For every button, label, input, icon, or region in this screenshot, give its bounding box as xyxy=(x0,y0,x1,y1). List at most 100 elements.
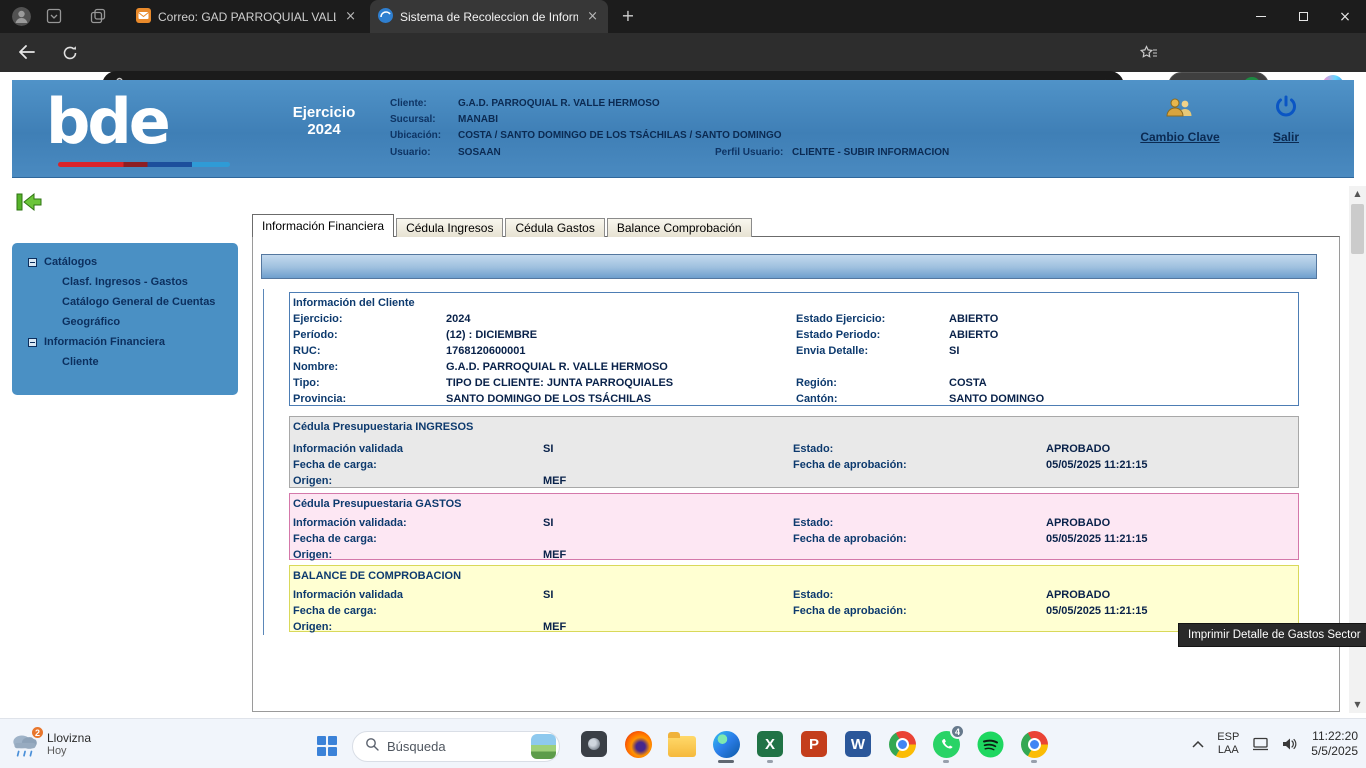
maximize-button[interactable] xyxy=(1282,0,1324,33)
browser-tab-system[interactable]: Sistema de Recoleccion de Inform × xyxy=(370,0,608,33)
new-tab-button[interactable]: + xyxy=(618,6,638,26)
tab-cedula-ingresos[interactable]: Cédula Ingresos xyxy=(396,218,503,237)
field-value: COSTA xyxy=(949,377,1298,389)
tray-chevron-icon[interactable] xyxy=(1192,741,1204,748)
weather-subtitle: Hoy xyxy=(47,745,91,757)
powerpoint-icon[interactable]: P xyxy=(794,724,834,764)
scrollbar-thumb[interactable] xyxy=(1351,204,1364,254)
chrome-icon[interactable] xyxy=(882,724,922,764)
info-row: Fecha de carga: Fecha de aprobación: 05/… xyxy=(290,457,1298,473)
logout-label: Salir xyxy=(1273,130,1299,144)
field-value: SI xyxy=(543,443,793,455)
field-value: 05/05/2025 11:21:15 xyxy=(1046,459,1298,471)
taskbar: 2 Llovizna Hoy Búsqueda X P W xyxy=(0,718,1366,768)
field-value: APROBADO xyxy=(1046,517,1298,529)
refresh-icon[interactable] xyxy=(62,45,78,66)
whatsapp-badge: 4 xyxy=(950,724,965,739)
profile-avatar[interactable] xyxy=(12,7,31,26)
field-value: ABIERTO xyxy=(949,313,1298,325)
volume-icon[interactable] xyxy=(1282,737,1298,751)
sidebar-item-catalogos[interactable]: Catálogos xyxy=(12,252,238,272)
panel-toolbar-bar xyxy=(261,254,1317,279)
favorites-icon[interactable] xyxy=(1140,45,1158,66)
info-row: Tipo: TIPO DE CLIENTE: JUNTA PARROQUIALE… xyxy=(290,375,1298,391)
field-label: Fecha de aprobación: xyxy=(793,605,1046,617)
firefox-icon[interactable] xyxy=(618,724,658,764)
search-icon xyxy=(365,737,379,756)
close-tab-icon[interactable]: × xyxy=(343,9,358,24)
back-icon[interactable] xyxy=(18,45,35,64)
scroll-up-icon[interactable]: ▲ xyxy=(1349,186,1366,202)
clock[interactable]: 11:22:20 5/5/2025 xyxy=(1311,729,1358,759)
tab-actions-icon[interactable] xyxy=(46,8,62,29)
notification-badge: 2 xyxy=(30,725,45,740)
start-button[interactable] xyxy=(308,730,346,762)
field-label: Estado: xyxy=(793,443,1046,455)
panel-left-rule xyxy=(263,289,264,635)
search-highlight-image[interactable] xyxy=(531,734,556,759)
workspaces-icon[interactable] xyxy=(90,8,106,29)
sidebar-item-catalogo-general-cuentas[interactable]: Catálogo General de Cuentas xyxy=(12,292,238,312)
info-row: Origen: MEF xyxy=(290,619,1298,635)
bde-logo: bde xyxy=(46,80,168,162)
language-line2: LAA xyxy=(1217,744,1239,757)
field-label: Información validada xyxy=(293,589,543,601)
spotify-icon[interactable] xyxy=(970,724,1010,764)
field-label: Cliente: xyxy=(390,98,427,109)
field-label: Provincia: xyxy=(293,393,446,405)
whatsapp-icon[interactable]: 4 xyxy=(926,724,966,764)
field-label: Fecha de aprobación: xyxy=(793,459,1046,471)
edge-icon[interactable] xyxy=(706,724,746,764)
sidebar-item-label: Catálogos xyxy=(44,256,97,268)
field-value: (12) : DICIEMBRE xyxy=(446,329,796,341)
browser-tab-mail[interactable]: Correo: GAD PARROQUIAL VALLE × xyxy=(128,0,366,33)
field-value: 1768120600001 xyxy=(446,345,796,357)
tab-balance-comprobacion[interactable]: Balance Comprobación xyxy=(607,218,752,237)
profile-label: Perfil Usuario: xyxy=(715,147,783,158)
cedula-ingresos-box: Cédula Presupuestaria INGRESOS Informaci… xyxy=(289,416,1299,488)
search-input[interactable]: Búsqueda xyxy=(352,731,560,762)
weather-condition: Llovizna xyxy=(47,731,91,745)
collapse-icon[interactable] xyxy=(28,258,37,267)
tab-cedula-gastos[interactable]: Cédula Gastos xyxy=(505,218,604,237)
bde-favicon xyxy=(378,8,393,26)
excel-icon[interactable]: X xyxy=(750,724,790,764)
info-row: Período: (12) : DICIEMBRE Estado Periodo… xyxy=(290,327,1298,343)
photos-app-icon[interactable] xyxy=(574,724,614,764)
field-label: Ejercicio: xyxy=(293,313,446,325)
file-explorer-icon[interactable] xyxy=(662,724,702,764)
field-value: G.A.D. PARROQUIAL R. VALLE HERMOSO xyxy=(458,98,660,109)
collapse-icon[interactable] xyxy=(28,338,37,347)
field-label: Ubicación: xyxy=(390,130,441,141)
exercise-block: Ejercicio 2024 xyxy=(286,104,362,138)
logout-link[interactable]: Salir xyxy=(1256,94,1316,144)
field-label: Tipo: xyxy=(293,377,446,389)
field-label: Estado Periodo: xyxy=(796,329,949,341)
display-icon[interactable] xyxy=(1252,737,1269,751)
tray-time: 11:22:20 xyxy=(1311,729,1358,744)
field-value: 05/05/2025 11:21:15 xyxy=(1046,533,1298,545)
field-label: Cantón: xyxy=(796,393,949,405)
sidebar-item-informacion-financiera[interactable]: Información Financiera xyxy=(12,332,238,352)
word-icon[interactable]: W xyxy=(838,724,878,764)
sidebar-item-clasf-ingresos-gastos[interactable]: Clasf. Ingresos - Gastos xyxy=(12,272,238,292)
field-value: COSTA / SANTO DOMINGO DE LOS TSÁCHILAS /… xyxy=(458,130,782,141)
chrome-icon-2[interactable] xyxy=(1014,724,1054,764)
go-back-icon[interactable] xyxy=(16,192,42,217)
close-window-button[interactable]: × xyxy=(1324,0,1366,33)
minimize-button[interactable] xyxy=(1240,0,1282,33)
close-tab-icon[interactable]: × xyxy=(585,9,600,24)
sidebar-item-geografico[interactable]: Geográfico xyxy=(12,312,238,332)
sidebar-item-label: Clasf. Ingresos - Gastos xyxy=(62,276,188,288)
field-value: MEF xyxy=(543,475,793,487)
scroll-down-icon[interactable]: ▼ xyxy=(1349,697,1366,713)
language-indicator[interactable]: ESP LAA xyxy=(1217,731,1239,757)
mail-favicon xyxy=(136,8,151,26)
tab-informacion-financiera[interactable]: Información Financiera xyxy=(252,214,394,237)
field-label: Estado: xyxy=(793,589,1046,601)
weather-widget[interactable]: 2 Llovizna Hoy xyxy=(8,725,91,763)
field-label: Nombre: xyxy=(293,361,446,373)
change-password-link[interactable]: Cambio Clave xyxy=(1130,96,1230,144)
sidebar-item-label: Información Financiera xyxy=(44,336,165,348)
sidebar-item-cliente[interactable]: Cliente xyxy=(12,352,238,372)
